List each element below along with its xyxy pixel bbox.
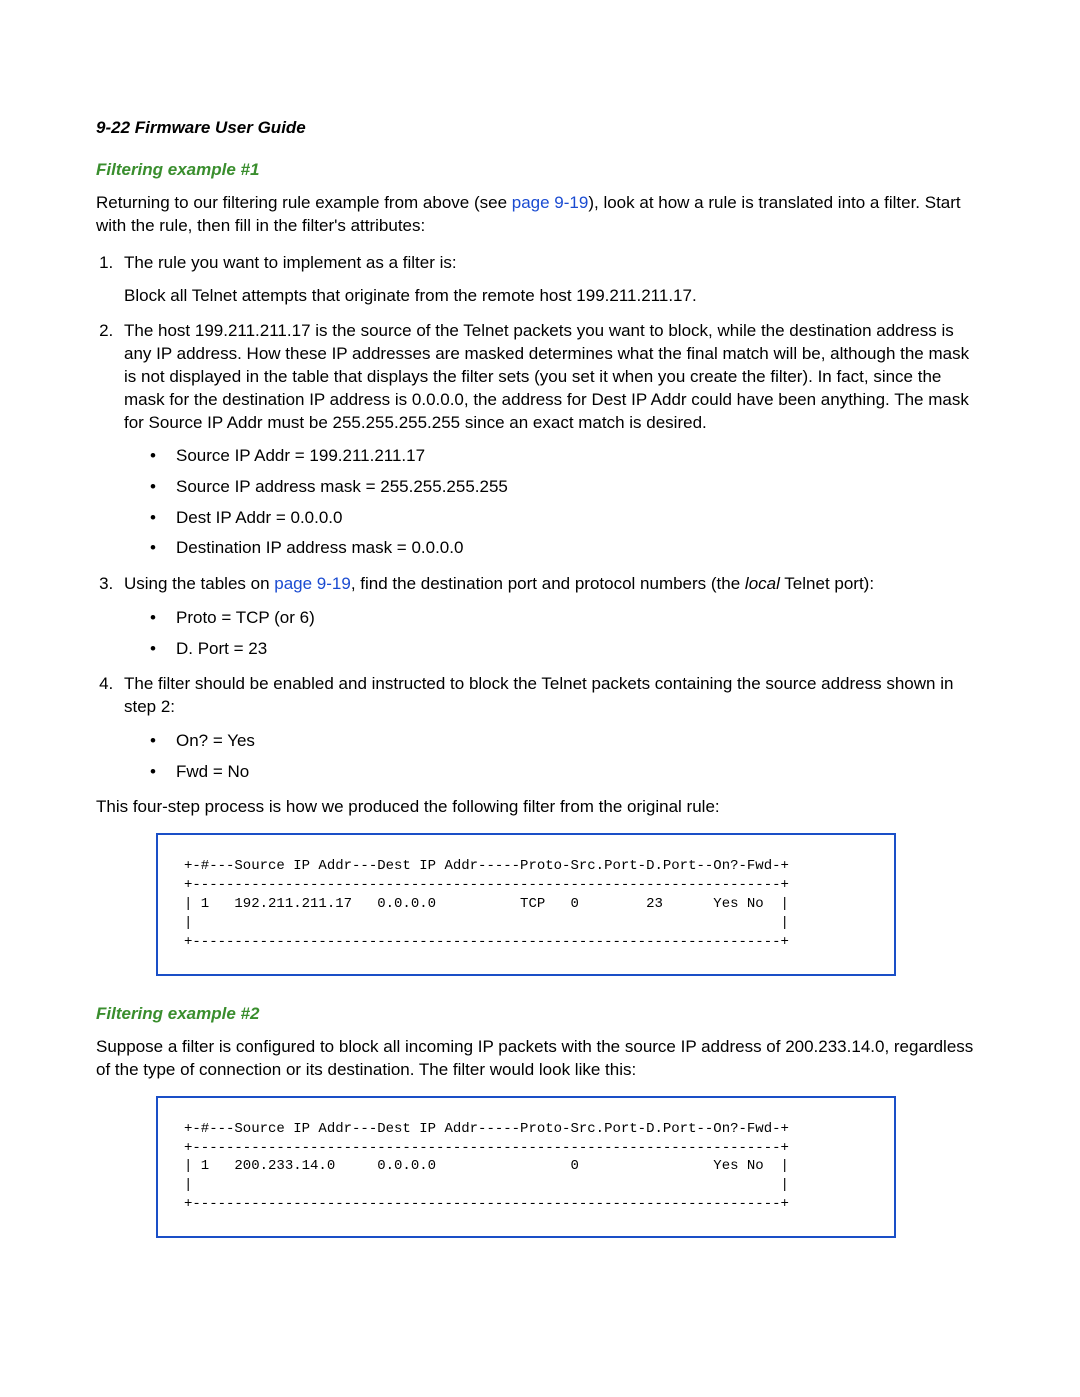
filter-table-2-pre: +-#---Source IP Addr---Dest IP Addr-----…	[184, 1120, 868, 1214]
italic-local: local	[745, 574, 780, 593]
bullet: D. Port = 23	[150, 637, 984, 662]
bullet: Dest IP Addr = 0.0.0.0	[150, 506, 984, 531]
section-title-1: Filtering example #1	[96, 160, 984, 180]
step3-bullets: Proto = TCP (or 6) D. Port = 23	[150, 606, 984, 661]
steps-list: The rule you want to implement as a filt…	[118, 252, 984, 785]
bullet: Source IP address mask = 255.255.255.255	[150, 475, 984, 500]
section1-closing: This four-step process is how we produce…	[96, 796, 984, 819]
section1-intro: Returning to our filtering rule example …	[96, 192, 984, 238]
step-3: Using the tables on page 9-19, find the …	[118, 573, 984, 661]
bullet: Proto = TCP (or 6)	[150, 606, 984, 631]
step1-lead: The rule you want to implement as a filt…	[124, 253, 457, 272]
step4-body: The filter should be enabled and instruc…	[124, 674, 953, 716]
link-page-9-19-b[interactable]: page 9-19	[274, 574, 351, 593]
section-title-2: Filtering example #2	[96, 1004, 984, 1024]
bullet: On? = Yes	[150, 729, 984, 754]
step-4: The filter should be enabled and instruc…	[118, 673, 984, 784]
text: Returning to our filtering rule example …	[96, 193, 512, 212]
text: Using the tables on	[124, 574, 274, 593]
text: Telnet port):	[780, 574, 874, 593]
document-page: 9-22 Firmware User Guide Filtering examp…	[0, 0, 1080, 1397]
filter-table-2: +-#---Source IP Addr---Dest IP Addr-----…	[156, 1096, 896, 1238]
step1-body: Block all Telnet attempts that originate…	[124, 285, 984, 308]
bullet: Source IP Addr = 199.211.211.17	[150, 444, 984, 469]
bullet: Fwd = No	[150, 760, 984, 785]
step2-bullets: Source IP Addr = 199.211.211.17 Source I…	[150, 444, 984, 561]
text: , find the destination port and protocol…	[351, 574, 745, 593]
link-page-9-19-a[interactable]: page 9-19	[512, 193, 589, 212]
bullet: Destination IP address mask = 0.0.0.0	[150, 536, 984, 561]
filter-table-1-pre: +-#---Source IP Addr---Dest IP Addr-----…	[184, 857, 868, 951]
page-header: 9-22 Firmware User Guide	[96, 118, 984, 138]
step2-body: The host 199.211.211.17 is the source of…	[124, 321, 969, 432]
step-2: The host 199.211.211.17 is the source of…	[118, 320, 984, 561]
section2-intro: Suppose a filter is configured to block …	[96, 1036, 984, 1082]
filter-table-1: +-#---Source IP Addr---Dest IP Addr-----…	[156, 833, 896, 975]
step-1: The rule you want to implement as a filt…	[118, 252, 984, 308]
step4-bullets: On? = Yes Fwd = No	[150, 729, 984, 784]
